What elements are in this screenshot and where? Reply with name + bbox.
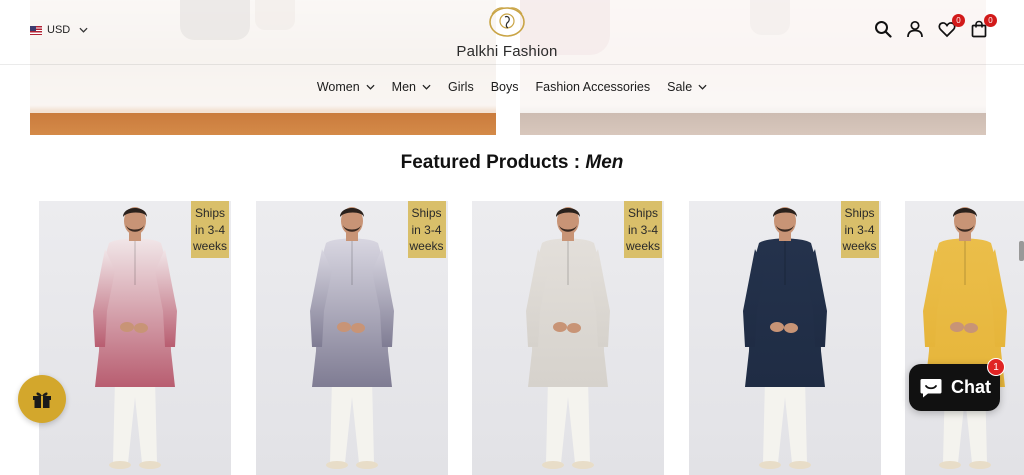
header-divider bbox=[0, 64, 1024, 65]
wishlist-count-badge: 0 bbox=[952, 14, 965, 27]
shipping-time-badge: Ships in 3-4 weeks bbox=[624, 201, 662, 258]
nav-item-girls[interactable]: Girls bbox=[448, 80, 474, 94]
chevron-down-icon bbox=[366, 84, 375, 90]
currency-label: USD bbox=[47, 24, 71, 36]
chevron-down-icon bbox=[698, 84, 707, 90]
shipping-badge-line: Ships bbox=[194, 206, 226, 220]
chat-bubble-icon bbox=[920, 378, 942, 397]
section-title-accent: Men bbox=[585, 152, 624, 173]
shipping-badge-line: Ships bbox=[627, 206, 659, 220]
nav-item-label: Sale bbox=[667, 80, 693, 94]
gift-icon bbox=[33, 392, 51, 408]
scroll-indicator[interactable] bbox=[1019, 241, 1024, 261]
product-card[interactable]: Ships in 3-4 weeks bbox=[255, 201, 448, 475]
product-image-model bbox=[309, 207, 394, 469]
shipping-badge-line: Ships bbox=[411, 206, 442, 220]
product-card[interactable]: Ships in 3-4 weeks bbox=[688, 201, 881, 475]
nav-item-label: Boys bbox=[490, 80, 519, 94]
site-header: USD Palkhi Fashion 0 0 Women Men Girls B… bbox=[0, 0, 1024, 113]
shipping-badge-line: in 3-4 bbox=[844, 222, 875, 237]
chat-button[interactable]: Chat bbox=[909, 364, 1000, 411]
cart-button[interactable]: 0 bbox=[970, 14, 997, 38]
header-actions: 0 0 bbox=[874, 14, 997, 38]
nav-item-label: Men bbox=[391, 80, 416, 94]
shipping-time-badge: Ships in 3-4 weeks bbox=[191, 201, 229, 258]
shipping-badge-line: weeks bbox=[192, 239, 227, 253]
nav-item-fashion-accessories[interactable]: Fashion Accessories bbox=[536, 80, 651, 94]
section-title: Featured Products : Men bbox=[0, 152, 1024, 174]
product-image-model bbox=[93, 207, 177, 469]
palkhi-logo-icon bbox=[489, 7, 525, 37]
chevron-down-icon bbox=[79, 27, 88, 33]
chevron-down-icon bbox=[422, 84, 431, 90]
product-image-model bbox=[526, 207, 610, 469]
nav-item-label: Girls bbox=[448, 80, 474, 94]
cart-count-badge: 0 bbox=[984, 14, 997, 27]
page: USD Palkhi Fashion 0 0 Women Men Girls B… bbox=[0, 0, 1024, 475]
shipping-badge-line: in 3-4 bbox=[627, 222, 659, 237]
nav-item-label: Fashion Accessories bbox=[535, 80, 651, 94]
nav-item-men[interactable]: Men bbox=[392, 80, 431, 94]
search-icon bbox=[875, 21, 892, 38]
account-icon bbox=[907, 20, 923, 38]
account-button[interactable] bbox=[906, 20, 924, 38]
shipping-badge-line: in 3-4 bbox=[411, 222, 442, 237]
product-card[interactable]: Ships in 3-4 weeks bbox=[472, 201, 664, 475]
site-logo[interactable]: Palkhi Fashion bbox=[447, 4, 567, 62]
rewards-gift-button[interactable] bbox=[18, 375, 66, 423]
shipping-badge-line: weeks bbox=[625, 239, 660, 253]
shipping-time-badge: Ships in 3-4 weeks bbox=[407, 201, 446, 258]
product-image-model bbox=[923, 207, 1007, 469]
product-image-model bbox=[742, 207, 827, 469]
nav-item-label: Women bbox=[316, 80, 360, 94]
chat-label: Chat bbox=[951, 377, 991, 397]
shipping-badge-line: weeks bbox=[842, 239, 877, 253]
product-card[interactable]: Ships in 3-4 weeks bbox=[39, 201, 231, 475]
nav-item-sale[interactable]: Sale bbox=[667, 80, 707, 94]
shipping-badge-line: Ships bbox=[844, 206, 875, 220]
main-navigation: Women Men Girls Boys Fashion Accessories… bbox=[0, 80, 1024, 94]
product-card[interactable] bbox=[905, 201, 1024, 475]
us-flag-icon bbox=[30, 25, 42, 35]
shipping-badge-line: weeks bbox=[409, 239, 444, 253]
nav-item-women[interactable]: Women bbox=[317, 80, 375, 94]
wishlist-button[interactable]: 0 bbox=[938, 14, 965, 38]
section-title-prefix: Featured Products : bbox=[400, 152, 581, 173]
product-carousel: Ships in 3-4 weeks Ships in 3-4 weeks Ships in … bbox=[39, 201, 1024, 475]
chat-notification-badge: 1 bbox=[987, 358, 1005, 376]
nav-item-boys[interactable]: Boys bbox=[491, 80, 519, 94]
shipping-time-badge: Ships in 3-4 weeks bbox=[840, 201, 879, 258]
search-button[interactable] bbox=[874, 20, 892, 38]
shipping-badge-line: in 3-4 bbox=[194, 222, 226, 237]
logo-text: Palkhi Fashion bbox=[456, 43, 558, 60]
currency-selector[interactable]: USD bbox=[30, 24, 88, 36]
